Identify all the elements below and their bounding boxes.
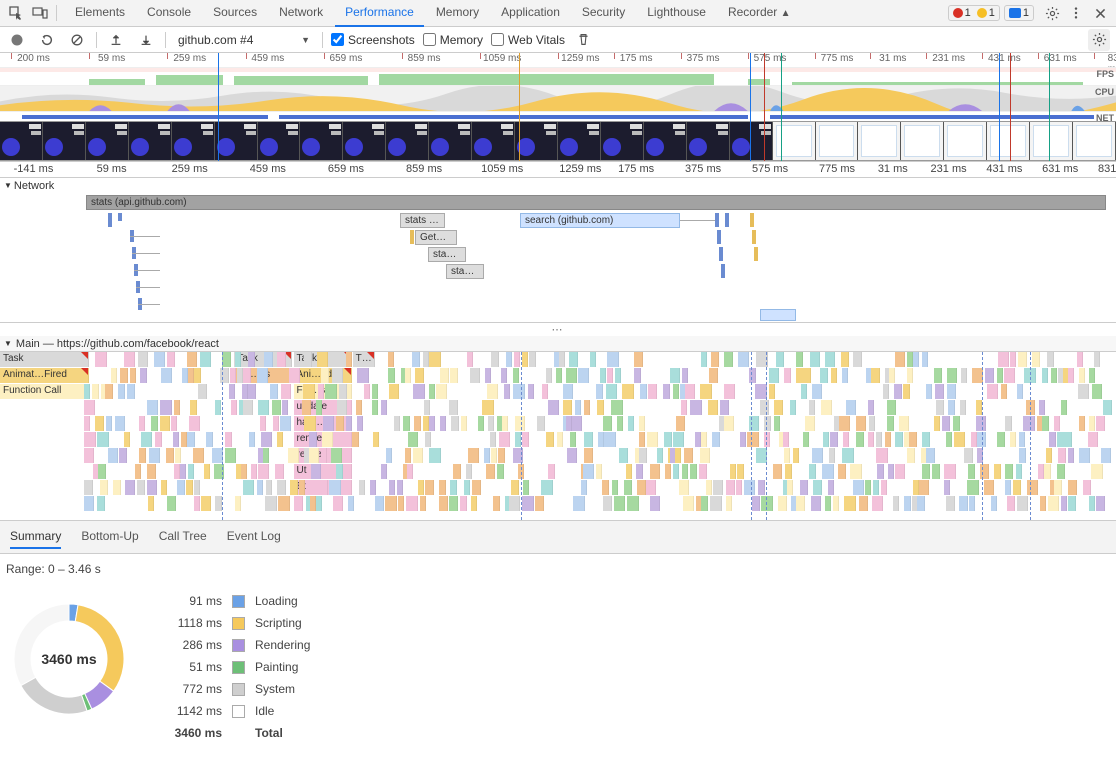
overview-ruler-top: 200 ms59 ms259 ms459 ms659 ms859 ms1059 … [0, 53, 1116, 67]
warning-count: 1 [989, 7, 995, 19]
disclosure-triangle-icon: ▼ [4, 181, 12, 190]
reload-record-button[interactable] [36, 29, 58, 51]
net-bar-get[interactable]: Get… [415, 230, 457, 245]
network-section-header[interactable]: ▼ Network [0, 178, 1116, 193]
record-button[interactable] [6, 29, 28, 51]
summary-legend: 91 msLoading1118 msScripting286 msRender… [162, 594, 310, 740]
flame-chart[interactable]: TaskTaskTaskT…Animat…FiredRu…ksAni…edFun… [0, 352, 1116, 520]
device-toggle-icon[interactable] [28, 1, 52, 25]
range-label: Range: 0 – 3.46 s [0, 554, 1116, 584]
info-count: 1 [1023, 7, 1029, 19]
inspect-icon[interactable] [4, 1, 28, 25]
resize-handle[interactable]: ⋯ [0, 323, 1116, 336]
fps-row: FPS [0, 67, 1116, 85]
fps-label: FPS [1096, 69, 1114, 79]
close-icon[interactable] [1088, 1, 1112, 25]
info-icon [1009, 8, 1021, 18]
tab-elements[interactable]: Elements [65, 0, 135, 27]
net-bar-stats[interactable]: stats … [400, 213, 445, 228]
error-count: 1 [965, 7, 971, 19]
cb-webvitals-label: Web Vitals [508, 33, 565, 47]
chevron-down-icon: ▼ [301, 35, 310, 45]
disclosure-triangle-icon: ▼ [4, 339, 12, 348]
tab-recorder[interactable]: Recorder ▲ [718, 0, 801, 27]
cb-memory-label: Memory [440, 33, 483, 47]
summary-donut: 3460 ms [4, 594, 134, 724]
tab-performance[interactable]: Performance [335, 0, 424, 27]
details-tabs: Summary Bottom-Up Call Tree Event Log [0, 520, 1116, 554]
checkbox-webvitals[interactable]: Web Vitals [491, 33, 565, 47]
network-waterfall[interactable]: stats (api.github.com) stats … search (g… [0, 193, 1116, 323]
tab-console[interactable]: Console [137, 0, 201, 27]
cpu-row: CPU [0, 85, 1116, 111]
warning-icon [977, 8, 987, 18]
panel-tabs: Elements Console Sources Network Perform… [65, 0, 801, 27]
cb-screenshots-label: Screenshots [348, 33, 415, 47]
profile-select-label: github.com #4 [178, 33, 253, 47]
checkbox-screenshots[interactable]: Screenshots [331, 33, 415, 47]
donut-total-label: 3460 ms [4, 594, 134, 724]
load-profile-button[interactable] [105, 29, 127, 51]
overview-ruler-bottom: -141 ms59 ms259 ms459 ms659 ms859 ms1059… [0, 162, 1116, 178]
issues-badge[interactable]: 1 [1004, 5, 1034, 21]
clear-button[interactable] [66, 29, 88, 51]
save-profile-button[interactable] [135, 29, 157, 51]
settings-icon[interactable] [1040, 1, 1064, 25]
tab-sources[interactable]: Sources [203, 0, 267, 27]
tab-network[interactable]: Network [269, 0, 333, 27]
cpu-label: CPU [1095, 87, 1114, 97]
network-section-title: Network [14, 180, 54, 192]
capture-settings-icon[interactable] [1088, 29, 1110, 51]
profile-select[interactable]: github.com #4 ▼ [174, 33, 314, 47]
net-bar-search[interactable]: search (github.com) [520, 213, 680, 228]
console-badges[interactable]: 1 1 [948, 5, 1000, 21]
delete-profile-button[interactable] [573, 29, 595, 51]
tab-bottomup[interactable]: Bottom-Up [81, 525, 138, 549]
timeline-overview[interactable]: 200 ms59 ms259 ms459 ms659 ms859 ms1059 … [0, 53, 1116, 162]
main-thread-header[interactable]: ▼ Main — https://github.com/facebook/rea… [0, 336, 1116, 352]
tab-lighthouse[interactable]: Lighthouse [637, 0, 716, 27]
checkbox-memory[interactable]: Memory [423, 33, 483, 47]
tab-security[interactable]: Security [572, 0, 635, 27]
net-bar-stats-api[interactable]: stats (api.github.com) [86, 195, 1106, 210]
tab-calltree[interactable]: Call Tree [159, 525, 207, 549]
main-thread-title: Main — https://github.com/facebook/react [16, 338, 219, 350]
net-bar-extra[interactable] [760, 309, 796, 321]
performance-toolbar: github.com #4 ▼ Screenshots Memory Web V… [0, 27, 1116, 53]
net-row: NET [0, 111, 1116, 121]
net-bar-sta1[interactable]: sta… [428, 247, 466, 262]
summary-panel: 3460 ms 91 msLoading1118 msScripting286 … [0, 584, 1116, 760]
error-icon [953, 8, 963, 18]
devtools-tabbar: Elements Console Sources Network Perform… [0, 0, 1116, 27]
tab-summary[interactable]: Summary [10, 525, 61, 549]
filmstrip [0, 121, 1116, 161]
tab-application[interactable]: Application [491, 0, 570, 27]
net-bar-sta2[interactable]: sta… [446, 264, 484, 279]
tab-eventlog[interactable]: Event Log [227, 525, 281, 549]
net-label: NET [1096, 113, 1114, 123]
tab-memory[interactable]: Memory [426, 0, 489, 27]
more-icon[interactable] [1064, 1, 1088, 25]
